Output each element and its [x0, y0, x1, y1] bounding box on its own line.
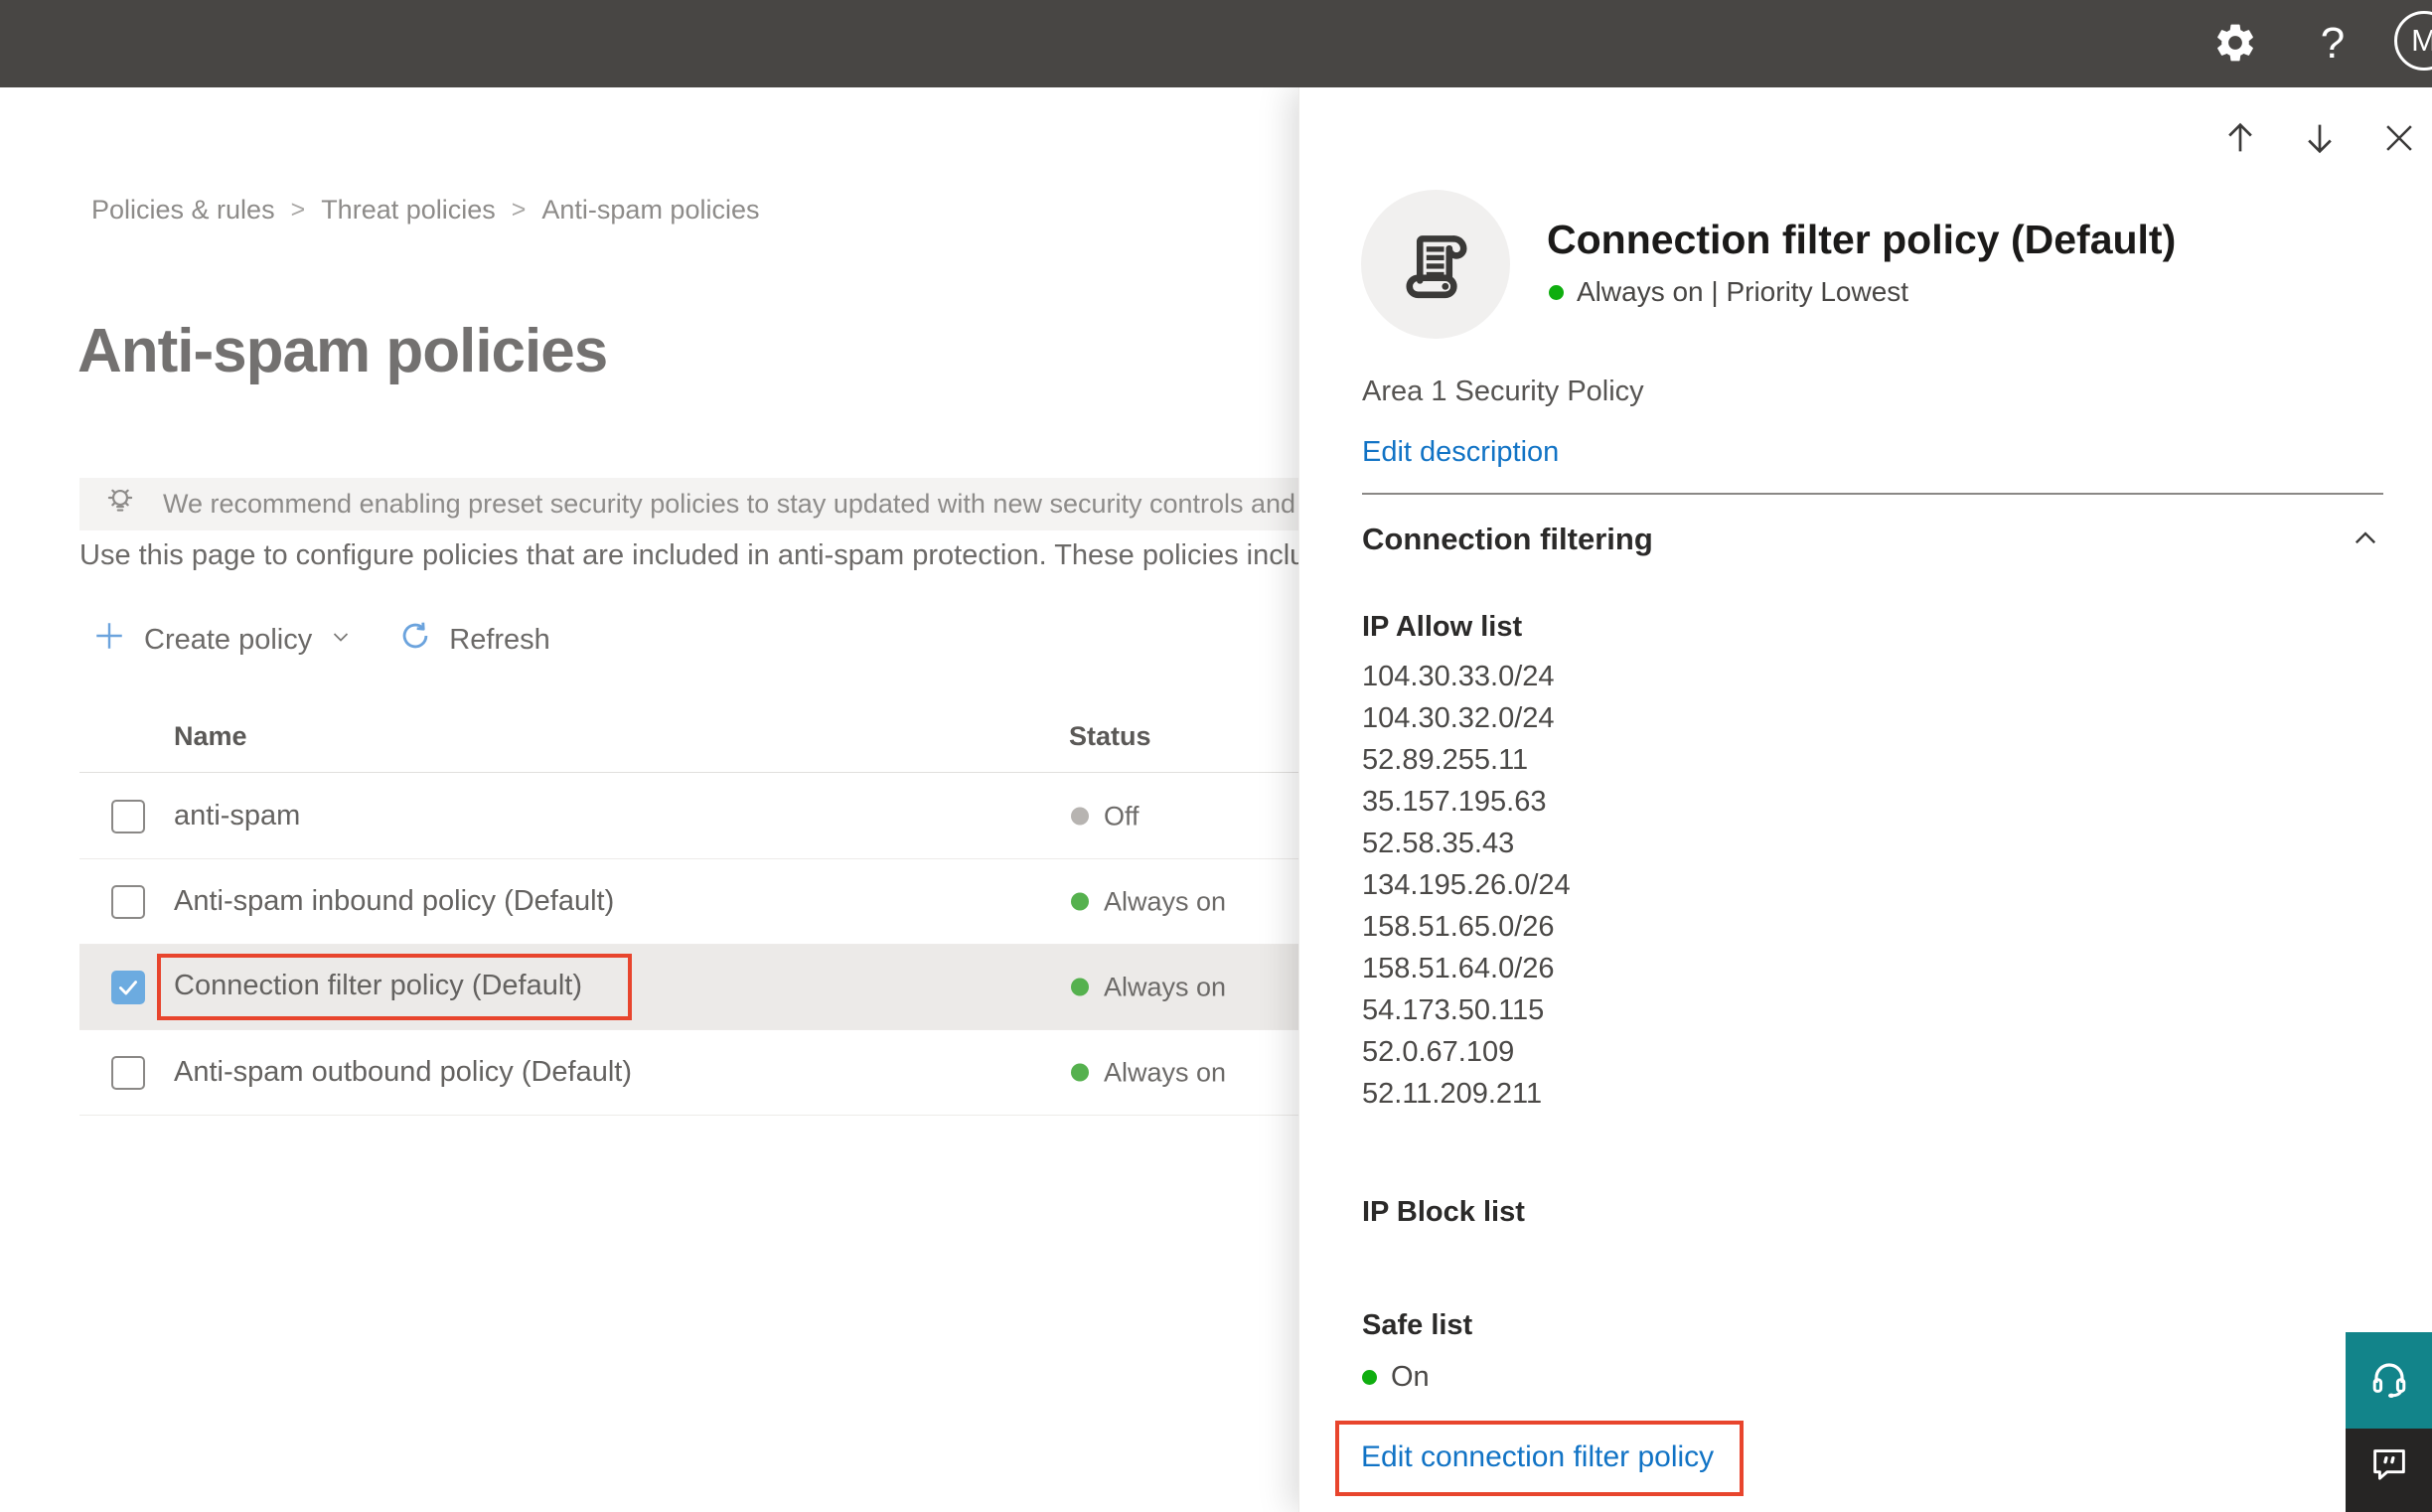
policy-name: anti-spam — [174, 800, 301, 832]
safe-list-status-text: On — [1391, 1361, 1430, 1393]
ip-address: 158.51.64.0/26 — [1362, 953, 1555, 984]
flyout-title: Connection filter policy (Default) — [1547, 217, 2177, 262]
status-on-dot — [1549, 284, 1564, 300]
refresh-button[interactable]: Refresh — [398, 619, 550, 661]
breadcrumb-separator: > — [290, 196, 306, 224]
feedback-chat-button[interactable] — [2346, 1429, 2432, 1512]
ip-address: 104.30.33.0/24 — [1362, 661, 1555, 692]
status-dot — [1071, 1063, 1089, 1082]
status-cell: Always on — [1071, 1057, 1226, 1088]
status-label: Off — [1104, 801, 1140, 831]
chevron-down-icon — [329, 624, 353, 657]
chevron-up-icon — [2349, 522, 2382, 558]
status-dot — [1071, 807, 1089, 826]
breadcrumb-separator: > — [511, 196, 527, 224]
policy-name: Anti-spam outbound policy (Default) — [174, 1056, 633, 1088]
status-label: Always on — [1104, 972, 1227, 1001]
page-description: Use this page to configure policies that… — [79, 539, 1338, 571]
close-flyout-button[interactable] — [2377, 117, 2421, 161]
policy-name: Connection filter policy (Default) — [157, 954, 633, 1020]
gear-icon — [2212, 20, 2258, 69]
refresh-icon — [398, 619, 432, 661]
policy-name: Anti-spam inbound policy (Default) — [174, 885, 615, 917]
ip-allow-list: 104.30.33.0/24 104.30.32.0/24 52.89.255.11… — [1362, 656, 1571, 1115]
policy-avatar — [1361, 190, 1510, 339]
arrow-up-icon — [2220, 118, 2260, 161]
status-label: Always on — [1104, 1057, 1227, 1087]
row-checkbox[interactable] — [111, 970, 145, 1004]
status-on-dot — [1362, 1370, 1377, 1385]
ip-address: 52.89.255.11 — [1362, 744, 1529, 776]
row-checkbox[interactable] — [111, 1055, 145, 1090]
banner-text: We recommend enabling preset security po… — [163, 489, 1461, 519]
scroll-icon — [1394, 221, 1477, 309]
top-app-bar: ? M — [0, 0, 2432, 87]
plus-icon — [91, 618, 127, 662]
flyout-status: Always on | Priority Lowest — [1549, 276, 1908, 308]
edit-connection-filter-policy-link[interactable]: Edit connection filter policy — [1361, 1440, 1714, 1474]
status-cell: Always on — [1071, 972, 1226, 1002]
ip-address: 52.0.67.109 — [1362, 1036, 1515, 1068]
ip-address: 54.173.50.115 — [1362, 994, 1545, 1026]
breadcrumb-anti-spam-policies[interactable]: Anti-spam policies — [541, 195, 759, 226]
details-flyout: Connection filter policy (Default) Alway… — [1298, 87, 2432, 1512]
edit-link-annotation-box: Edit connection filter policy — [1335, 1421, 1745, 1496]
help-button[interactable]: ? — [2307, 18, 2358, 70]
flyout-status-text: Always on | Priority Lowest — [1577, 276, 1909, 307]
account-avatar[interactable]: M — [2394, 11, 2432, 71]
lightbulb-icon — [101, 483, 139, 526]
toolbar: Create policy Refresh — [91, 612, 550, 668]
create-policy-button[interactable]: Create policy — [91, 618, 353, 662]
ip-address: 52.58.35.43 — [1362, 828, 1515, 859]
breadcrumb-threat-policies[interactable]: Threat policies — [321, 195, 496, 226]
status-dot — [1071, 978, 1089, 996]
close-icon — [2380, 119, 2418, 160]
edit-description-link[interactable]: Edit description — [1362, 436, 1559, 469]
page-title: Anti-spam policies — [77, 317, 608, 385]
status-cell: Always on — [1071, 886, 1226, 917]
arrow-down-icon — [2300, 118, 2340, 161]
collapse-section-button[interactable] — [2343, 517, 2388, 562]
ip-address: 158.51.65.0/26 — [1362, 911, 1555, 943]
safe-list-status: On — [1362, 1361, 1430, 1394]
headset-icon — [2365, 1355, 2413, 1406]
support-button[interactable] — [2346, 1332, 2432, 1429]
settings-button[interactable] — [2209, 18, 2261, 70]
ip-address: 35.157.195.63 — [1362, 786, 1547, 818]
create-policy-label: Create policy — [144, 623, 313, 656]
check-icon — [119, 980, 137, 994]
question-mark-icon: ? — [2320, 19, 2346, 68]
ip-address: 134.195.26.0/24 — [1362, 869, 1571, 901]
row-checkbox[interactable] — [111, 884, 145, 919]
ip-address: 104.30.32.0/24 — [1362, 702, 1555, 734]
refresh-label: Refresh — [449, 623, 550, 656]
status-dot — [1071, 892, 1089, 911]
divider — [1362, 493, 2383, 495]
breadcrumb-policies-rules[interactable]: Policies & rules — [91, 195, 275, 226]
column-header-name[interactable]: Name — [174, 721, 247, 752]
ip-block-list-label: IP Block list — [1362, 1196, 1525, 1228]
status-label: Always on — [1104, 886, 1227, 916]
ip-allow-list-label: IP Allow list — [1362, 611, 1523, 643]
status-cell: Off — [1071, 801, 1140, 832]
previous-item-button[interactable] — [2218, 117, 2262, 161]
chat-bubble-icon — [2366, 1440, 2412, 1489]
avatar-initial: M — [2411, 23, 2432, 58]
policy-description: Area 1 Security Policy — [1362, 376, 1644, 407]
next-item-button[interactable] — [2298, 117, 2342, 161]
safe-list-label: Safe list — [1362, 1309, 1473, 1341]
row-checkbox[interactable] — [111, 799, 145, 833]
column-header-status[interactable]: Status — [1069, 721, 1151, 752]
breadcrumb: Policies & rules > Threat policies > Ant… — [91, 195, 759, 226]
section-connection-filtering: Connection filtering — [1362, 522, 1653, 556]
ip-address: 52.11.209.211 — [1362, 1078, 1543, 1110]
